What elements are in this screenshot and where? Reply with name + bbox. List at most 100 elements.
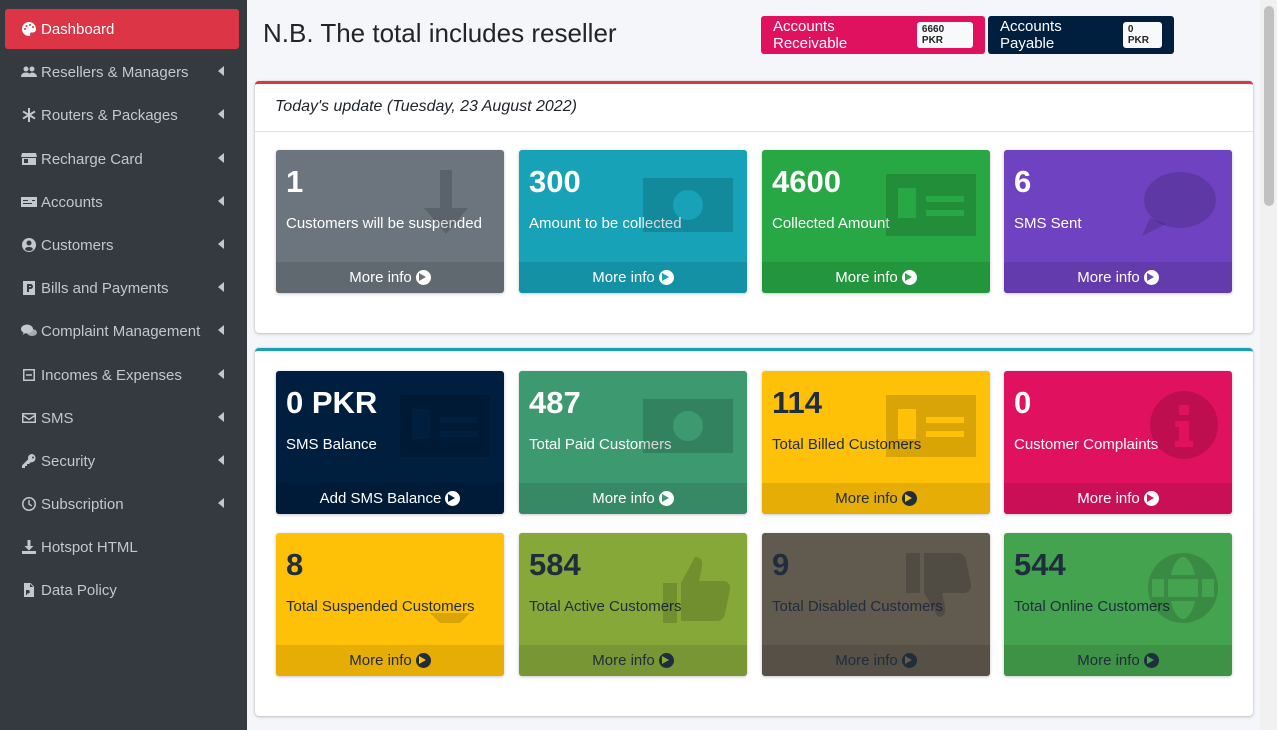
arrow-circle-right-icon: [445, 491, 461, 506]
arrow-circle-right-icon: [901, 491, 917, 506]
box-value: 0: [1014, 385, 1032, 420]
caret-left-icon: [218, 196, 224, 206]
caret-left-icon: [218, 282, 224, 292]
sidebar-item-hotspot-html[interactable]: Hotspot HTML: [5, 527, 239, 567]
total-paid-box: 487 Total Paid Customers More info: [519, 371, 747, 514]
total-active-box: 584 Total Active Customers More info: [519, 533, 747, 676]
accounts-payable-label: Accounts Payable: [1000, 18, 1062, 52]
arrow-circle-right-icon: [658, 270, 674, 285]
sidebar-item-bills-payments[interactable]: Bills and Payments: [5, 268, 239, 308]
money-bill-icon: [643, 391, 733, 461]
info-circle-icon: [1128, 391, 1218, 461]
more-info-label: More info: [1077, 269, 1140, 286]
more-info-link[interactable]: More info: [762, 645, 990, 676]
box-value: 584: [529, 547, 581, 582]
suspend-soon-box: 1 Customers will be suspended More info: [276, 150, 504, 293]
more-info-link[interactable]: More info: [1004, 262, 1232, 293]
sidebar-item-accounts[interactable]: Accounts: [5, 182, 239, 222]
sidebar-item-label: Dashboard: [41, 20, 115, 38]
sidebar-item-recharge-card[interactable]: Recharge Card: [5, 139, 239, 179]
box-label: SMS Balance: [286, 436, 377, 453]
total-disabled-box: 9 Total Disabled Customers More info: [762, 533, 990, 676]
box-label: SMS Sent: [1014, 215, 1082, 232]
box-value: 6: [1014, 164, 1032, 199]
accounts-receivable-button[interactable]: Accounts Receivable 6660 PKR: [761, 16, 985, 54]
page-scrollbar[interactable]: [1260, 0, 1277, 730]
sms-balance-box: 0 PKR SMS Balance Add SMS Balance: [276, 371, 504, 514]
arrow-circle-right-icon: [901, 270, 917, 285]
store-icon: [19, 151, 39, 167]
money-check-dollar-icon: [400, 391, 490, 461]
more-info-link[interactable]: More info: [519, 645, 747, 676]
sidebar-item-label: Security: [41, 452, 96, 470]
more-info-link[interactable]: More info: [519, 483, 747, 514]
more-info-link[interactable]: More info: [1004, 645, 1232, 676]
more-info-label: More info: [349, 269, 412, 286]
sidebar-item-label: Accounts: [41, 193, 103, 211]
sidebar-item-label: Incomes & Expenses: [41, 366, 182, 384]
caret-left-icon: [218, 325, 224, 335]
clock-icon: [19, 496, 39, 512]
box-value: 8: [286, 547, 304, 582]
total-online-box: 544 Total Online Customers More info: [1004, 533, 1232, 676]
more-info-label: More info: [1077, 652, 1140, 669]
caret-left-icon: [218, 153, 224, 163]
asterisk-icon: [19, 107, 39, 123]
sidebar-item-security[interactable]: Security: [5, 441, 239, 481]
accounts-payable-badge: 0 PKR: [1122, 22, 1162, 48]
accounts-payable-button[interactable]: Accounts Payable 0 PKR: [988, 16, 1174, 54]
accounts-receivable-label: Accounts Receivable: [773, 18, 848, 52]
more-info-label: More info: [592, 490, 655, 507]
sidebar-item-customers[interactable]: Customers: [5, 225, 239, 265]
money-check-dollar-icon: [886, 391, 976, 461]
sidebar-item-label: Bills and Payments: [41, 279, 169, 297]
envelope-icon: [19, 410, 39, 426]
sidebar-item-subscription[interactable]: Subscription: [5, 484, 239, 524]
sidebar-item-incomes-expenses[interactable]: Incomes & Expenses: [5, 355, 239, 395]
more-info-link[interactable]: More info: [1004, 483, 1232, 514]
more-info-link[interactable]: More info: [276, 262, 504, 293]
sms-icon: [1128, 170, 1218, 240]
sidebar-item-sms[interactable]: SMS: [5, 398, 239, 438]
money-check-dollar-icon: [886, 170, 976, 240]
more-info-label: More info: [835, 269, 898, 286]
parking-icon: [19, 280, 39, 296]
sidebar-item-label: Routers & Packages: [41, 106, 178, 124]
box-value: 1: [286, 164, 304, 199]
more-info-link[interactable]: More info: [762, 483, 990, 514]
caret-left-icon: [218, 66, 224, 76]
thumbs-down-icon: [886, 553, 976, 623]
key-icon: [19, 453, 39, 469]
more-info-link[interactable]: More info: [762, 262, 990, 293]
comments-icon: [19, 323, 39, 339]
sidebar-item-dashboard[interactable]: Dashboard: [5, 9, 239, 49]
sidebar-item-routers[interactable]: Routers & Packages: [5, 95, 239, 135]
arrow-circle-right-icon: [1143, 270, 1159, 285]
sidebar-item-label: Recharge Card: [41, 150, 143, 168]
box-value: 0 PKR: [286, 385, 378, 420]
accounts-receivable-badge: 6660 PKR: [916, 22, 973, 48]
caret-left-icon: [218, 369, 224, 379]
box-value: 4600: [772, 164, 841, 199]
sidebar-item-complaint-management[interactable]: Complaint Management: [5, 311, 239, 351]
arrow-circle-right-icon: [658, 653, 674, 668]
arrow-circle-right-icon: [1143, 491, 1159, 506]
box-value: 114: [772, 385, 823, 420]
add-sms-balance-link[interactable]: Add SMS Balance: [276, 483, 504, 514]
sidebar-item-resellers[interactable]: Resellers & Managers: [5, 52, 239, 92]
more-info-link[interactable]: More info: [276, 645, 504, 676]
sidebar-item-data-policy[interactable]: Data Policy: [5, 570, 239, 610]
caret-left-icon: [218, 109, 224, 119]
sidebar-item-label: SMS: [41, 409, 74, 427]
sidebar-item-label: Customers: [41, 236, 114, 254]
more-info-link[interactable]: More info: [519, 262, 747, 293]
scrollbar-thumb[interactable]: [1264, 6, 1274, 206]
box-value: 9: [772, 547, 790, 582]
amount-to-collect-box: 300 Amount to be collected More info: [519, 150, 747, 293]
collected-amount-box: 4600 Collected Amount More info: [762, 150, 990, 293]
sidebar: Dashboard Resellers & Managers Routers &…: [0, 0, 247, 730]
arrow-circle-right-icon: [415, 270, 431, 285]
caret-left-icon: [218, 239, 224, 249]
caret-down-icon: [400, 553, 490, 633]
more-info-label: More info: [592, 269, 655, 286]
